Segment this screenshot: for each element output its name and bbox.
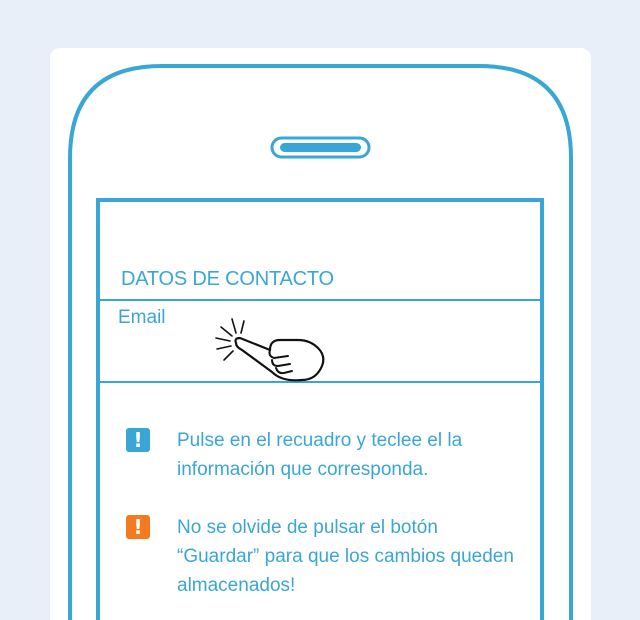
hand-outline <box>234 336 325 382</box>
email-label: Email <box>118 307 166 328</box>
tap-hand-icon <box>215 318 325 382</box>
exclamation-icon: ! <box>126 428 150 452</box>
exclamation-icon: ! <box>126 515 150 539</box>
section-title: DATOS DE CONTACTO <box>121 268 334 290</box>
info-tip-text: Pulse en el recuadro y teclee el la info… <box>177 430 463 480</box>
illustration-card: DATOS DE CONTACTO Email ! Pulse en el re… <box>50 48 591 620</box>
warning-tip-text: No se olvide de pulsar el botón “Guardar… <box>177 517 514 596</box>
